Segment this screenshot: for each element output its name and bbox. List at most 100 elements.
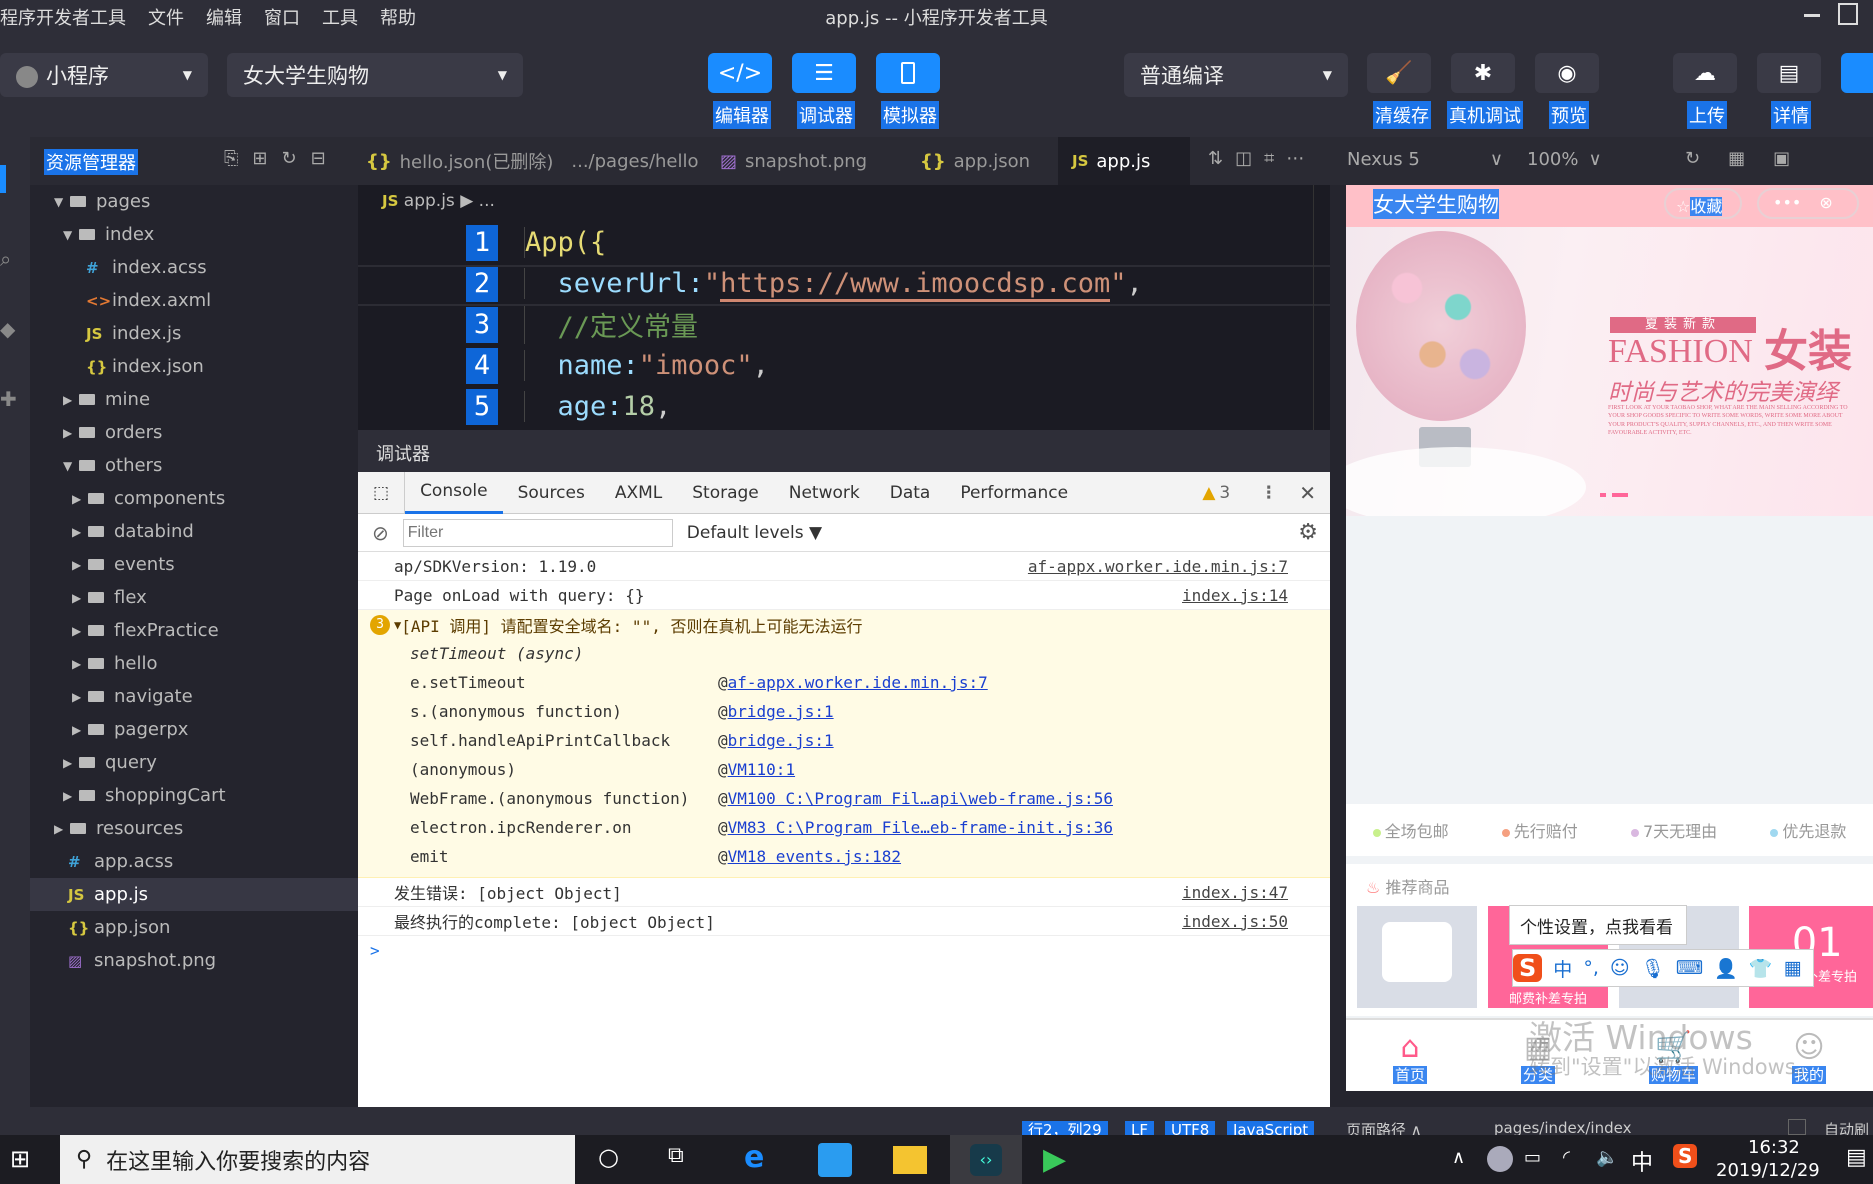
code-line[interactable]: 5 age:18, (358, 386, 1330, 427)
tree-folder[interactable]: ▶ resources (30, 812, 358, 845)
log-levels-dropdown[interactable]: Default levels ▼ (687, 523, 822, 543)
chevron-down-icon[interactable]: ▼ (63, 228, 79, 242)
stack-source-link[interactable]: VM110:1 (728, 760, 795, 779)
tree-folder[interactable]: ▶ databind (30, 515, 358, 548)
file-explorer-icon[interactable] (893, 1146, 927, 1174)
refresh-icon[interactable]: ↻ (282, 148, 311, 169)
tree-folder[interactable]: ▼ index (30, 218, 358, 251)
clock-date[interactable]: 2019/12/29 (1716, 1160, 1820, 1181)
page-path-toggle[interactable]: 页面路径 ∧ (1346, 1119, 1422, 1135)
emoji-icon[interactable]: ☺ (1610, 957, 1630, 979)
stack-source-link[interactable]: VM83 C:\Program File…eb-frame-init.js:36 (728, 818, 1113, 837)
close-mini-icon[interactable]: ⊗ (1819, 193, 1832, 212)
sogou-logo-icon[interactable]: S (1513, 954, 1543, 982)
tree-file[interactable]: {} index.json (30, 350, 358, 383)
cortana-icon[interactable]: ○ (598, 1143, 619, 1171)
app-icon[interactable] (818, 1143, 852, 1177)
keyboard-icon[interactable]: ⌨ (1676, 957, 1703, 979)
ime-mode-icon[interactable]: 中 (1553, 955, 1572, 982)
tree-folder[interactable]: ▶ flex (30, 581, 358, 614)
user-icon[interactable]: 👤 (1714, 957, 1738, 980)
chevron-right-icon[interactable]: ▶ (63, 426, 79, 440)
chevron-right-icon[interactable]: ▶ (72, 492, 88, 506)
edge-icon[interactable]: e (744, 1140, 764, 1175)
log-source-link[interactable]: index.js:50 (1182, 912, 1288, 931)
devtool-taskbar-app[interactable]: ‹› (950, 1135, 1022, 1184)
warning-count[interactable]: 3 (1219, 483, 1230, 503)
tree-folder[interactable]: ▶ pagerpx (30, 713, 358, 746)
inspect-element-icon[interactable]: ⬚ (358, 471, 406, 514)
device-debug-button[interactable]: ✱ (1451, 53, 1515, 93)
more-icon[interactable]: ⋯ (1286, 148, 1316, 169)
punctuation-icon[interactable]: °, (1583, 957, 1599, 979)
tab-app-js[interactable]: JS app.js (1058, 137, 1190, 185)
clock-time[interactable]: 16:32 (1748, 1137, 1800, 1158)
tab-app-json[interactable]: {} app.json (906, 137, 1044, 185)
chevron-down-icon[interactable]: ▼ (63, 459, 79, 473)
task-view-icon[interactable]: ⧉ (668, 1143, 684, 1168)
tray-avatar-icon[interactable] (1487, 1146, 1513, 1172)
clear-cache-button[interactable]: 🧹 (1367, 53, 1431, 93)
debug-icon[interactable]: ✚ (0, 387, 17, 411)
search-icon[interactable]: ⌕ (0, 247, 11, 271)
tab-storage[interactable]: Storage (677, 472, 774, 514)
reload-icon[interactable]: ↻ (1685, 148, 1728, 169)
code-line[interactable]: 4 name:"imooc", (358, 345, 1330, 386)
breadcrumb-file[interactable]: app.js (404, 191, 455, 211)
tab-sources[interactable]: Sources (503, 472, 600, 514)
stack-source-link[interactable]: bridge.js:1 (728, 731, 834, 750)
chevron-right-icon[interactable]: ▶ (72, 723, 88, 737)
chevron-right-icon[interactable]: ▶ (63, 756, 79, 770)
favorite-button[interactable]: ☆收藏 (1664, 188, 1742, 219)
tree-file[interactable]: <> index.axml (30, 284, 358, 317)
tab-performance[interactable]: Performance (945, 472, 1083, 514)
volume-icon[interactable]: 🔈 (1596, 1147, 1618, 1168)
split-editor-icon[interactable]: ◫ (1235, 148, 1264, 169)
sogou-tray-icon[interactable]: S (1673, 1144, 1698, 1168)
chevron-right-icon[interactable]: ▶ (72, 525, 88, 539)
clear-console-icon[interactable]: ⊘ (372, 521, 389, 545)
project-type-dropdown[interactable]: 小程序 ▼ (0, 53, 208, 97)
upload-button[interactable]: ☁ (1673, 53, 1737, 93)
tab-snapshot-png[interactable]: ▨ snapshot.png (706, 137, 881, 185)
chevron-right-icon[interactable]: ▶ (72, 624, 88, 638)
details-button[interactable]: ▤ (1757, 53, 1821, 93)
code-line[interactable]: 2 severUrl:"https://www.imoocdsp.com", (358, 263, 1330, 304)
tree-folder[interactable]: ▶ navigate (30, 680, 358, 713)
collapse-icon[interactable]: ⊟ (311, 148, 340, 169)
new-file-icon[interactable]: ⎘ (224, 148, 252, 169)
breadcrumb-more[interactable]: ... (479, 191, 495, 211)
tab-axml[interactable]: AXML (600, 472, 677, 514)
maximize-button[interactable] (1838, 3, 1858, 25)
wifi-icon[interactable]: ◜ (1563, 1147, 1570, 1168)
apps-grid-icon[interactable]: ▦ (1784, 957, 1802, 979)
more-icon[interactable]: ••• (1773, 193, 1801, 212)
tree-folder[interactable]: ▶ components (30, 482, 358, 515)
notification-icon[interactable]: ▤ (1846, 1145, 1867, 1170)
project-dropdown[interactable]: 女大学生购物 ▼ (227, 53, 523, 97)
carousel-dot-active[interactable] (1612, 493, 1628, 497)
tree-file[interactable]: # app.acss (30, 845, 358, 878)
tree-folder[interactable]: ▶ hello (30, 647, 358, 680)
grid-icon[interactable]: ▦ (1728, 148, 1773, 169)
device-select[interactable]: Nexus 5 ∨ (1347, 149, 1503, 170)
chevron-right-icon[interactable]: ▶ (63, 789, 79, 803)
tree-folder[interactable]: ▶ query (30, 746, 358, 779)
chevron-right-icon[interactable]: ▶ (63, 393, 79, 407)
scrollbar[interactable] (1313, 185, 1314, 430)
tree-folder[interactable]: ▶ events (30, 548, 358, 581)
auto-refresh-checkbox[interactable] (1788, 1119, 1806, 1135)
tree-folder[interactable]: ▶ flexPractice (30, 614, 358, 647)
avatar-button[interactable] (1841, 53, 1873, 93)
tree-file[interactable]: ▨ snapshot.png (30, 944, 358, 977)
tree-folder[interactable]: ▶ mine (30, 383, 358, 416)
taskbar-search[interactable]: ⚲ 在这里输入你要搜索的内容 (60, 1135, 575, 1184)
chevron-right-icon[interactable]: ▶ (72, 558, 88, 572)
debugger-toggle-button[interactable]: ☰ (792, 53, 856, 93)
battery-icon[interactable]: ▭ (1524, 1147, 1541, 1168)
console-prompt[interactable]: > (358, 936, 1330, 965)
tree-folder[interactable]: ▶ orders (30, 416, 358, 449)
product-card[interactable] (1357, 906, 1477, 1008)
stack-source-link[interactable]: VM18 events.js:182 (728, 847, 901, 866)
zoom-select[interactable]: 100% ∨ (1527, 149, 1602, 170)
